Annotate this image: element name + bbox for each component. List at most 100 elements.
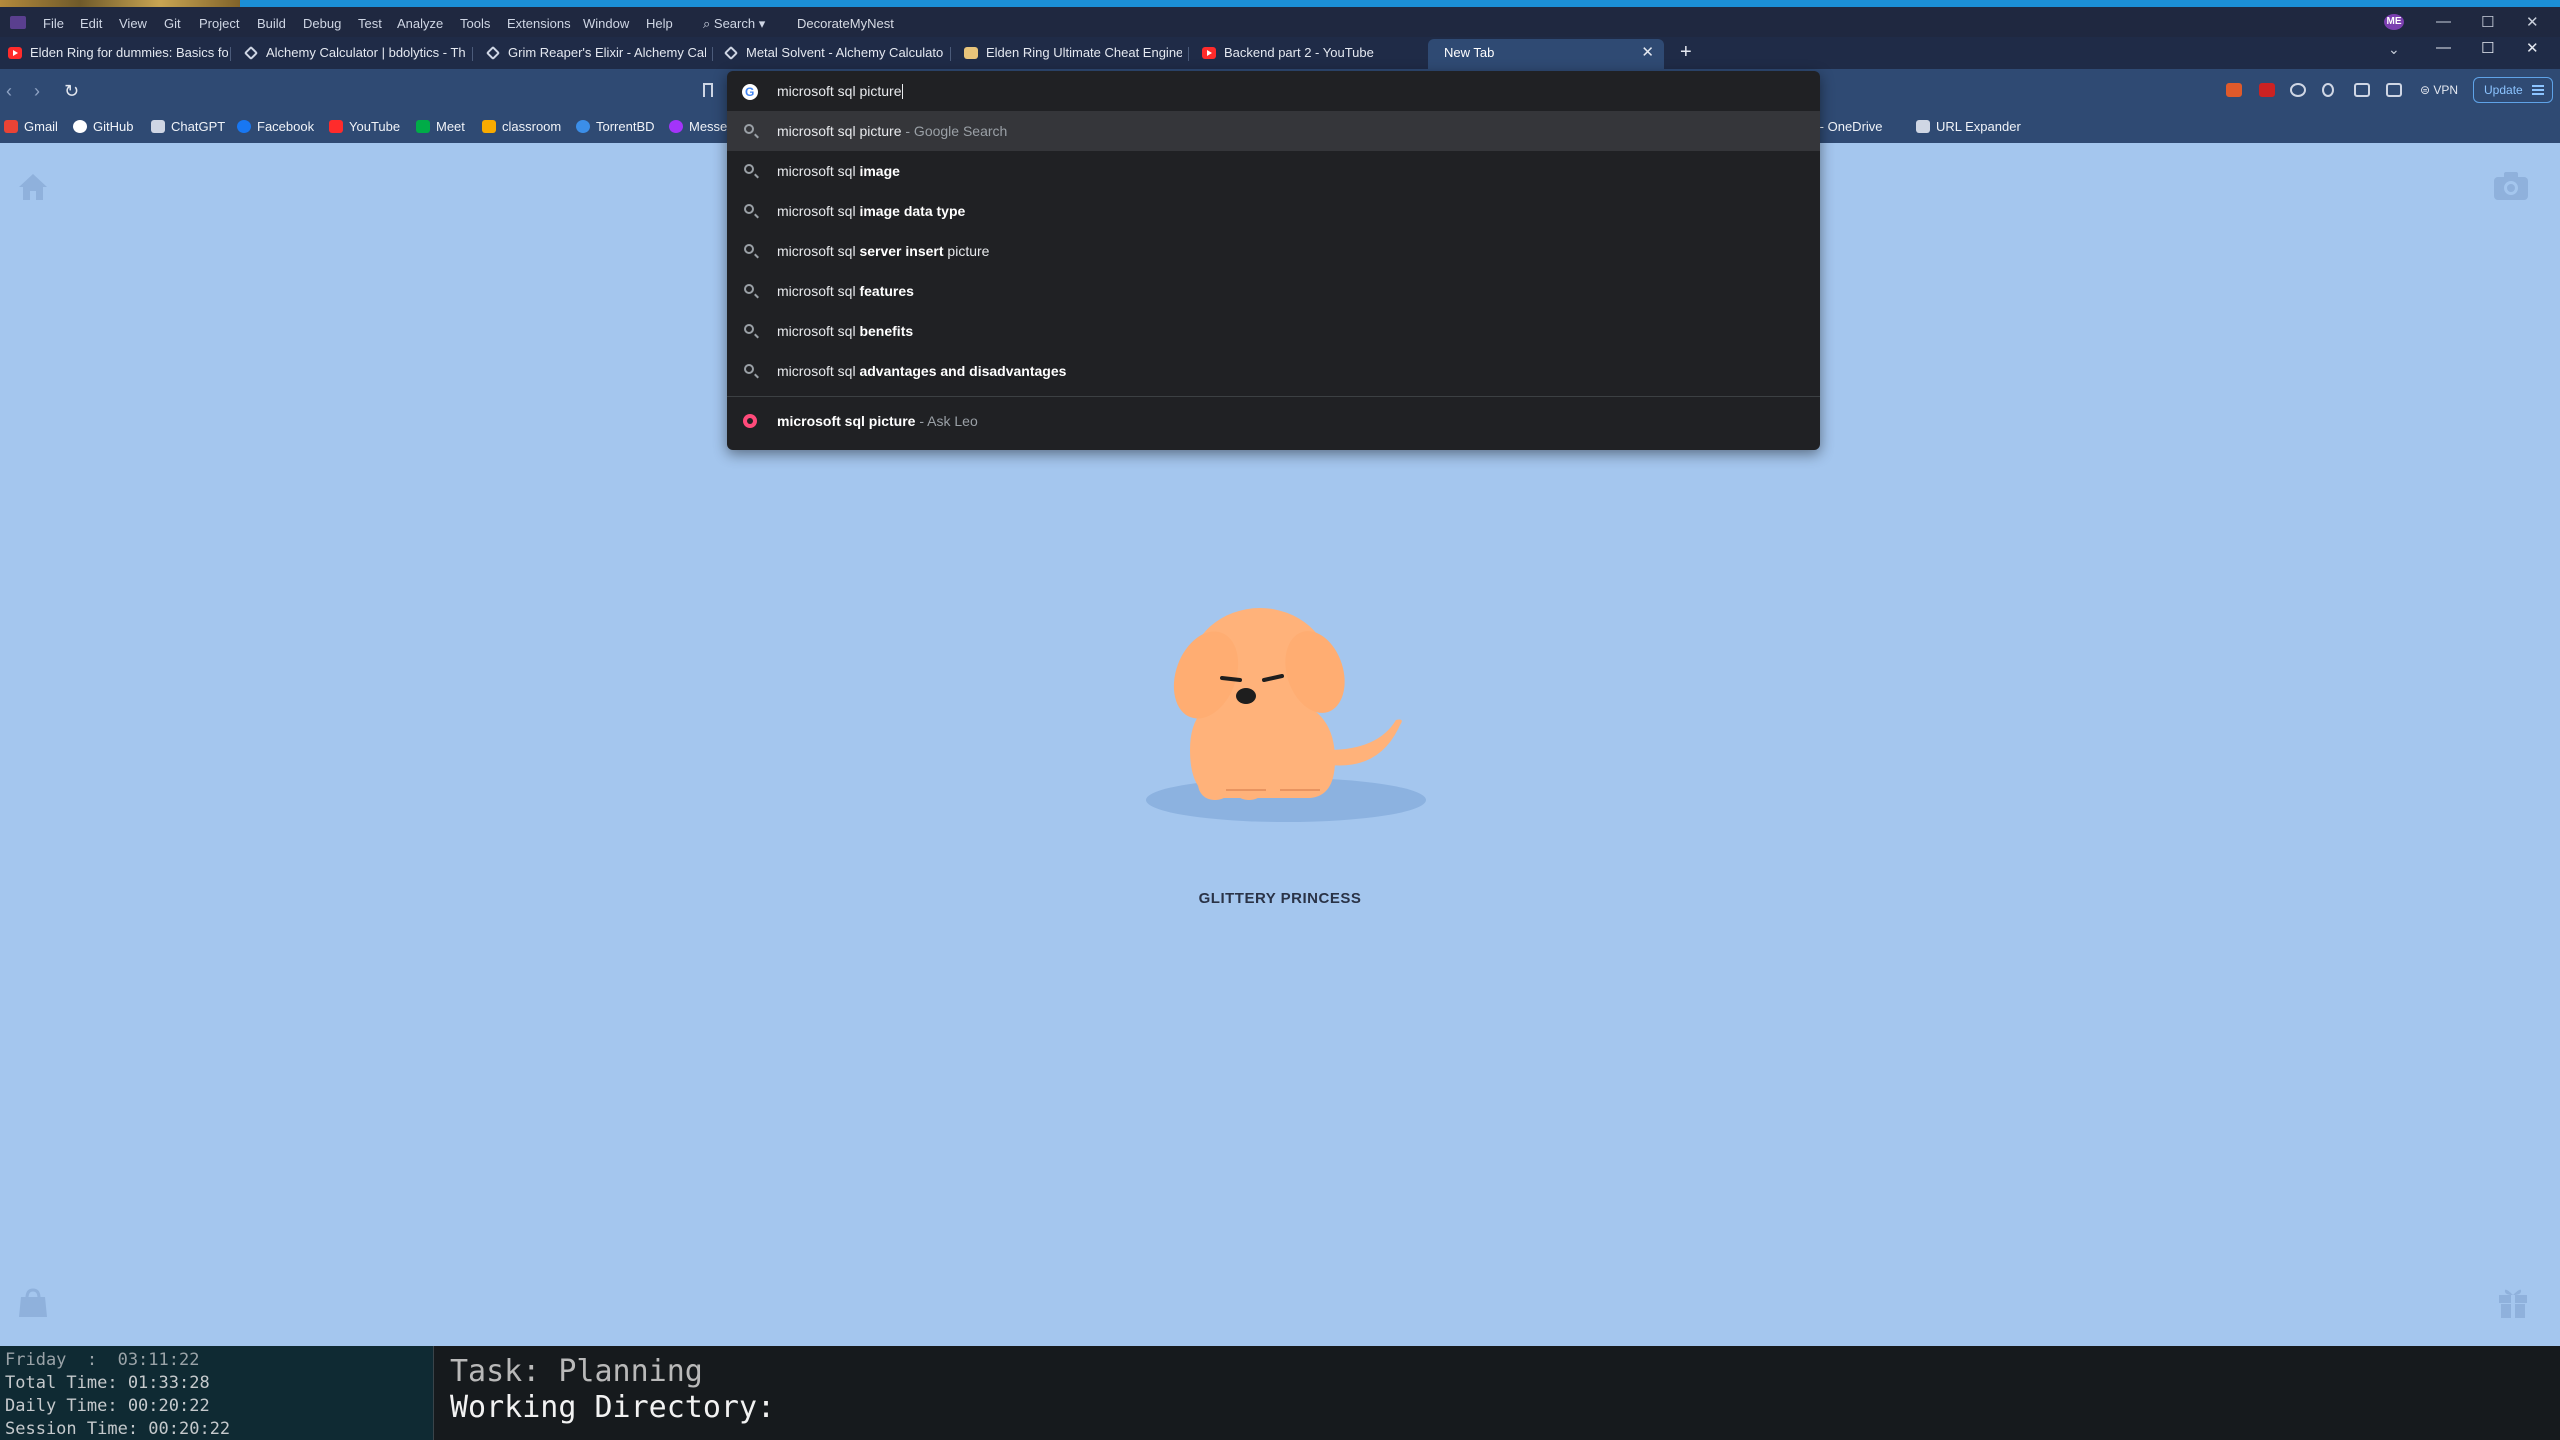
bookmark-label: ChatGPT — [171, 119, 226, 134]
forward-arrow-icon[interactable]: › — [34, 81, 40, 102]
suggestion-suffix: picture — [943, 243, 990, 259]
reload-icon[interactable]: ↻ — [64, 81, 79, 102]
extension-icon[interactable] — [2259, 83, 2275, 97]
terminal-panel: Friday : 03:11:22 Total Time: 01:33:28 D… — [0, 1346, 2560, 1440]
task-line: Task: Planning — [450, 1354, 703, 1389]
tab-elden-ring-dummies[interactable]: Elden Ring for dummies: Basics for E — [0, 39, 228, 69]
bdolytics-icon — [723, 45, 739, 61]
search-icon — [744, 204, 754, 214]
sidebar-toggle-icon[interactable] — [2354, 83, 2370, 97]
github-icon — [73, 120, 87, 133]
menu-project[interactable]: Project — [199, 16, 239, 31]
extensions-puzzle-icon[interactable] — [2290, 83, 2306, 97]
account-avatar[interactable]: ME — [2384, 14, 2404, 30]
suggestion-bold: features — [859, 283, 914, 299]
suggestion-item[interactable]: microsoft sql image data type — [727, 191, 1820, 231]
bookmark-meet[interactable]: Meet — [416, 119, 465, 134]
wallet-icon[interactable] — [2386, 83, 2402, 97]
messenger-icon — [669, 120, 683, 133]
bookmark-label: TorrentBD — [596, 119, 655, 134]
menu-test[interactable]: Test — [358, 16, 382, 31]
suggestion-bold: advantages and disadvantages — [859, 363, 1067, 379]
tab-new-tab-active[interactable]: New Tab ✕ — [1428, 39, 1664, 69]
ide-minimize-icon[interactable]: — — [2436, 13, 2451, 30]
screen: File Edit View Git Project Build Debug T… — [0, 0, 2560, 1440]
new-tab-button[interactable]: + — [1680, 41, 1692, 63]
tab-grim-reapers-elixir[interactable]: Grim Reaper's Elixir - Alchemy Calcu — [478, 39, 706, 69]
bookmark-label: YouTube — [349, 119, 401, 134]
working-directory-line: Working Directory: — [450, 1390, 776, 1425]
bdolytics-icon — [243, 45, 259, 61]
bookmark-icon[interactable] — [703, 83, 713, 97]
menu-file[interactable]: File — [43, 16, 64, 31]
bookmark-youtube[interactable]: YouTube — [329, 119, 400, 134]
gmail-icon — [4, 120, 18, 133]
suggestion-ask-leo[interactable]: microsoft sql picture - Ask Leo — [727, 401, 1820, 441]
menu-build[interactable]: Build — [257, 16, 286, 31]
ide-search-button[interactable]: ⌕ Search ▾ — [703, 16, 765, 32]
bookmark-facebook[interactable]: Facebook — [237, 119, 314, 134]
youtube-icon — [8, 47, 22, 59]
search-icon — [744, 124, 754, 134]
tab-title: Elden Ring Ultimate Cheat Engine Ta — [986, 45, 1182, 60]
menu-debug[interactable]: Debug — [303, 16, 341, 31]
ide-maximize-icon[interactable]: ☐ — [2481, 13, 2494, 31]
menu-edit[interactable]: Edit — [80, 16, 102, 31]
tab-backend-part-2[interactable]: Backend part 2 - YouTube — [1194, 39, 1424, 69]
menu-view[interactable]: View — [119, 16, 147, 31]
bookmark-url-expander[interactable]: URL Expander — [1916, 119, 2021, 134]
tab-close-icon[interactable]: ✕ — [1641, 39, 1654, 67]
suggestion-text: microsoft sql — [777, 203, 860, 219]
meet-icon — [416, 120, 430, 133]
tab-search-chevron-icon[interactable]: ⌄ — [2388, 41, 2400, 58]
suggestion-item[interactable]: microsoft sql server insert picture — [727, 231, 1820, 271]
browser-close-icon[interactable]: ✕ — [2526, 39, 2539, 57]
camera-icon[interactable] — [2492, 170, 2530, 202]
classroom-icon — [482, 120, 496, 133]
update-button[interactable]: Update — [2473, 77, 2553, 103]
suggestion-note: - Google Search — [901, 123, 1008, 139]
suggestion-item[interactable]: microsoft sql image — [727, 151, 1820, 191]
suggestion-text: microsoft sql — [777, 163, 860, 179]
bookmark-gmail[interactable]: Gmail — [4, 119, 58, 134]
browser-maximize-icon[interactable]: ☐ — [2481, 39, 2494, 57]
suggestion-google-search[interactable]: microsoft sql picture - Google Search — [727, 111, 1820, 151]
browser-minimize-icon[interactable]: — — [2436, 39, 2451, 56]
suggestion-item[interactable]: microsoft sql features — [727, 271, 1820, 311]
back-arrow-icon[interactable]: ‹ — [6, 81, 12, 102]
menu-window[interactable]: Window — [583, 16, 629, 31]
menu-extensions[interactable]: Extensions — [507, 16, 571, 31]
bookmark-github[interactable]: GitHub — [73, 119, 133, 134]
tab-separator — [230, 47, 231, 61]
gift-icon[interactable] — [2496, 1284, 2530, 1320]
tab-separator — [950, 47, 951, 61]
menu-analyze[interactable]: Analyze — [397, 16, 443, 31]
wallpaper-strip — [0, 0, 240, 7]
suggestion-item[interactable]: microsoft sql benefits — [727, 311, 1820, 351]
tab-alchemy-calculator[interactable]: Alchemy Calculator | bdolytics - The — [236, 39, 466, 69]
menu-tools[interactable]: Tools — [460, 16, 490, 31]
suggestion-item[interactable]: microsoft sql advantages and disadvantag… — [727, 351, 1820, 391]
media-music-icon[interactable] — [2322, 83, 2334, 97]
menu-help[interactable]: Help — [646, 16, 673, 31]
address-bar-input[interactable]: microsoft sql picture — [727, 71, 1820, 111]
omnibox-dropdown: microsoft sql picture microsoft sql pict… — [727, 71, 1820, 450]
bookmark-label: Gmail — [24, 119, 58, 134]
bookmark-messenger[interactable]: Messe — [669, 119, 729, 134]
tab-elden-ring-cheat-engine[interactable]: Elden Ring Ultimate Cheat Engine Ta — [956, 39, 1182, 69]
menu-git[interactable]: Git — [164, 16, 181, 31]
ide-menu-bar: File Edit View Git Project Build Debug T… — [0, 7, 2560, 37]
browser-tab-strip: Elden Ring for dummies: Basics for E Alc… — [0, 37, 2560, 69]
bookmark-torrentbd[interactable]: TorrentBD — [576, 119, 655, 134]
suggestion-text: microsoft sql — [777, 243, 860, 259]
bookmark-chatgpt[interactable]: ChatGPT — [151, 119, 225, 134]
search-icon — [744, 284, 754, 294]
ide-close-icon[interactable]: ✕ — [2526, 13, 2539, 31]
tab-metal-solvent[interactable]: Metal Solvent - Alchemy Calculator | — [716, 39, 944, 69]
shopping-bag-icon[interactable] — [16, 1286, 50, 1320]
extension-icon[interactable] — [2226, 83, 2242, 97]
vpn-button[interactable]: ⊜ VPN — [2420, 83, 2458, 97]
bookmark-classroom[interactable]: classroom — [482, 119, 561, 134]
home-icon[interactable] — [16, 170, 50, 204]
tab-title: Grim Reaper's Elixir - Alchemy Calcu — [508, 45, 706, 60]
